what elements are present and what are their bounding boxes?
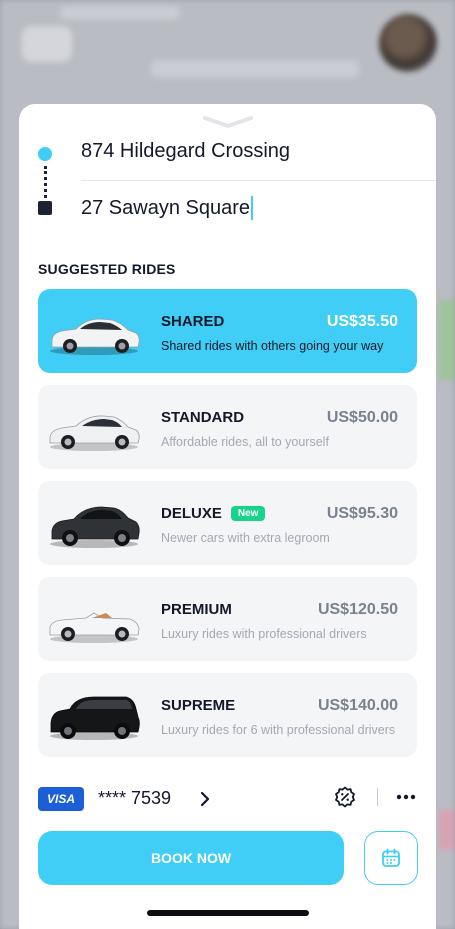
home-indicator[interactable] — [147, 910, 309, 916]
ride-name: STANDARD — [161, 409, 245, 426]
ride-option-standard[interactable]: STANDARD US$50.00 Affordable rides, all … — [38, 385, 417, 469]
sheet-handle-icon[interactable] — [203, 114, 253, 130]
calendar-icon — [382, 848, 400, 867]
ride-description: Newer cars with extra legroom — [161, 531, 330, 545]
ride-price: US$50.00 — [326, 409, 398, 426]
dropoff-address-field[interactable]: 27 Sawayn Square — [81, 196, 254, 220]
ride-name: SHARED — [161, 313, 225, 330]
ride-price: US$35.50 — [326, 313, 398, 330]
ride-price: US$95.30 — [326, 505, 398, 522]
ride-description: Shared rides with others going your way — [161, 339, 384, 353]
ride-option-premium[interactable]: PREMIUM US$120.50 Luxury rides with prof… — [38, 577, 417, 661]
dropoff-address-text: 27 Sawayn Square — [81, 196, 251, 219]
schedule-button[interactable] — [364, 831, 418, 885]
ride-description: Luxury rides for 6 with professional dri… — [161, 723, 396, 737]
ride-name-text: DELUXE — [161, 505, 222, 522]
status-placeholder — [60, 6, 180, 20]
ride-selection-sheet: 874 Hildegard Crossing 27 Sawayn Square … — [19, 104, 436, 929]
map-decoration — [439, 810, 455, 850]
ride-description: Luxury rides with professional drivers — [161, 627, 367, 641]
payment-divider — [377, 788, 378, 806]
route-connector — [44, 166, 47, 198]
back-button[interactable] — [22, 26, 72, 62]
ride-option-deluxe[interactable]: DELUXE New US$95.30 Newer cars with extr… — [38, 481, 417, 565]
ride-name: PREMIUM — [161, 601, 232, 618]
book-now-button[interactable]: BOOK NOW — [38, 831, 344, 885]
ride-price: US$120.50 — [317, 601, 398, 618]
new-badge: New — [230, 506, 266, 521]
pickup-dot-icon — [38, 147, 52, 161]
car-image — [50, 696, 140, 740]
ride-option-shared[interactable]: SHARED US$35.50 Shared rides with others… — [38, 289, 417, 373]
visa-card-logo[interactable]: VISA — [38, 787, 84, 811]
card-number[interactable]: **** 7539 — [98, 788, 171, 809]
map-decoration — [439, 300, 455, 380]
car-image — [49, 415, 140, 451]
avatar[interactable] — [379, 14, 437, 72]
section-title: SUGGESTED RIDES — [38, 261, 176, 277]
car-image — [50, 318, 140, 355]
promo-discount-icon[interactable] — [334, 786, 356, 808]
ride-price: US$140.00 — [317, 697, 398, 714]
location-placeholder — [150, 60, 360, 78]
chevron-right-icon[interactable] — [197, 790, 213, 808]
car-image — [50, 506, 140, 548]
dropoff-square-icon — [38, 201, 52, 215]
pickup-address-field[interactable]: 874 Hildegard Crossing — [81, 140, 290, 163]
ride-name: DELUXE New — [161, 505, 266, 522]
car-image — [49, 612, 140, 643]
more-dots-icon[interactable] — [395, 789, 417, 805]
ride-option-supreme[interactable]: SUPREME US$140.00 Luxury rides for 6 wit… — [38, 673, 417, 757]
ride-description: Affordable rides, all to yourself — [161, 435, 329, 449]
text-caret — [251, 196, 254, 220]
address-divider — [81, 180, 436, 181]
ride-name: SUPREME — [161, 697, 236, 714]
